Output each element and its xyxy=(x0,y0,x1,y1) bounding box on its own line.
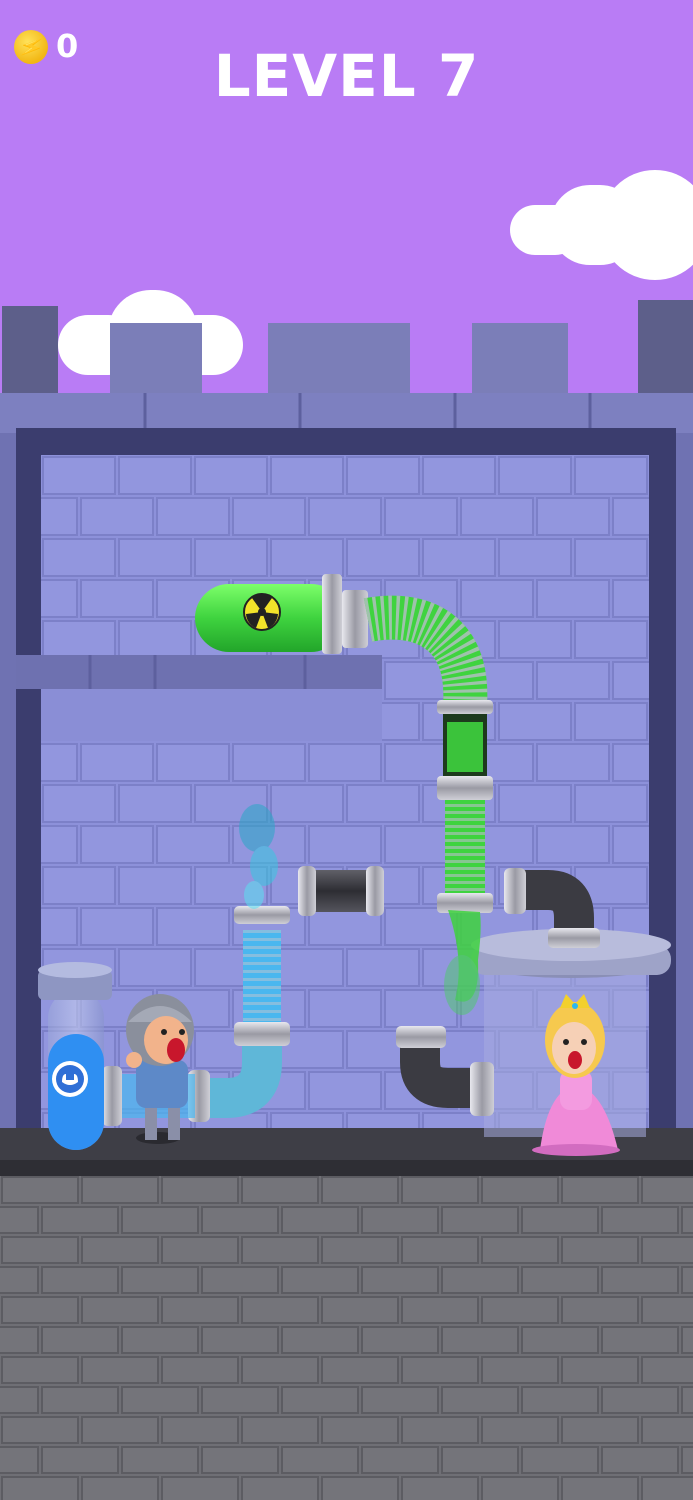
potion-tube xyxy=(38,962,112,1150)
castle-scene xyxy=(0,300,693,1500)
battlements xyxy=(2,300,693,406)
straight-pipe xyxy=(298,866,384,916)
